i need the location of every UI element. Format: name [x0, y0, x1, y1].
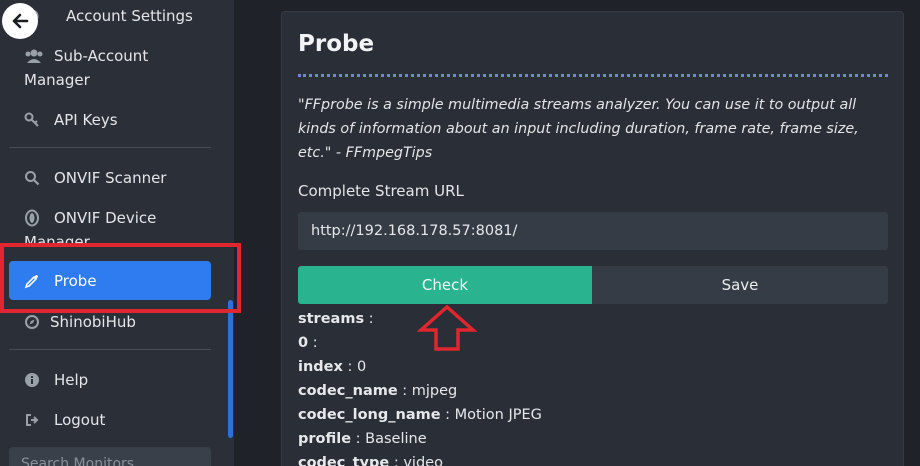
result-row: profile : Baseline — [298, 431, 427, 447]
users-icon — [24, 44, 44, 68]
result-row: codec_long_name : Motion JPEG — [298, 407, 542, 423]
sidebar-item-onvif-device-manager[interactable]: ONVIF Device Manager — [24, 206, 156, 244]
result-value: 0 — [356, 359, 367, 375]
ffprobe-quote: "FFprobe is a simple multimedia streams … — [298, 97, 859, 161]
sidebar-item-label: Manager — [24, 233, 90, 244]
page-title: Probe — [298, 31, 375, 57]
sidebar: Account Settings Sub-Account Manager API… — [0, 0, 234, 466]
sidebar-item-label: Probe — [54, 272, 97, 290]
sidebar-item-label: Account Settings — [66, 7, 193, 25]
compass-icon — [24, 310, 44, 334]
probe-card: Probe "FFprobe is a simple multimedia st… — [281, 11, 904, 466]
sidebar-item-help[interactable]: Help — [24, 368, 88, 392]
sidebar-item-label: ShinobiHub — [50, 313, 136, 331]
result-key: 0 — [298, 335, 309, 351]
result-value: Motion JPEG — [454, 407, 542, 423]
sidebar-item-label: Help — [54, 371, 89, 389]
result-value: Baseline — [365, 431, 427, 447]
title-divider — [298, 74, 888, 77]
result-key: index — [298, 359, 343, 375]
sidebar-item-account-settings[interactable]: Account Settings — [24, 4, 193, 28]
result-row: codec_type : video — [298, 451, 542, 466]
sidebar-item-label: API Keys — [54, 111, 118, 129]
result-row: index : 0 — [298, 359, 367, 375]
stream-url-input[interactable] — [298, 212, 888, 250]
sidebar-item-label: ONVIF Scanner — [54, 169, 167, 187]
sidebar-item-onvif-scanner[interactable]: ONVIF Scanner — [24, 166, 166, 190]
result-key: codec_type — [298, 455, 390, 466]
sidebar-item-probe-content[interactable]: Probe — [24, 269, 97, 293]
onvif-device-icon — [24, 206, 44, 230]
arrow-up-annotation-icon — [417, 304, 477, 351]
sidebar-item-sub-account-manager[interactable]: Sub-Account Manager — [24, 44, 148, 92]
search-monitors-placeholder: Search Monitors — [21, 456, 135, 466]
key-icon — [24, 108, 44, 132]
result-key: codec_name — [298, 383, 398, 399]
result-value: mjpeg — [411, 383, 458, 399]
check-button[interactable]: Check — [298, 266, 592, 304]
result-key: profile — [298, 431, 352, 447]
eyedropper-icon — [24, 269, 44, 293]
sidebar-divider — [9, 349, 211, 350]
result-key: codec_long_name — [298, 407, 441, 423]
sidebar-item-logout[interactable]: Logout — [24, 408, 105, 432]
info-icon — [24, 368, 44, 392]
back-button[interactable] — [2, 3, 38, 39]
sidebar-item-label: Sub-Account — [54, 47, 149, 65]
sidebar-item-shinobihub[interactable]: ShinobiHub — [24, 310, 136, 334]
sidebar-item-label: Logout — [54, 411, 106, 429]
result-value: video — [403, 455, 443, 466]
stream-url-label: Complete Stream URL — [298, 182, 464, 200]
search-monitors-input[interactable]: Search Monitors — [9, 447, 211, 466]
result-key: streams — [298, 311, 365, 327]
search-icon — [24, 166, 44, 190]
result-row: codec_name : mjpeg — [298, 383, 458, 399]
sidebar-divider — [9, 147, 211, 148]
sidebar-item-label: ONVIF Device — [54, 209, 157, 227]
save-button[interactable]: Save — [592, 266, 888, 304]
logout-icon — [24, 408, 44, 432]
sidebar-scrollbar[interactable] — [228, 300, 233, 438]
sidebar-item-api-keys[interactable]: API Keys — [24, 108, 118, 132]
arrow-left-icon — [12, 13, 29, 29]
sidebar-item-label: Manager — [24, 71, 90, 89]
app-frame: Account Settings Sub-Account Manager API… — [0, 0, 920, 466]
